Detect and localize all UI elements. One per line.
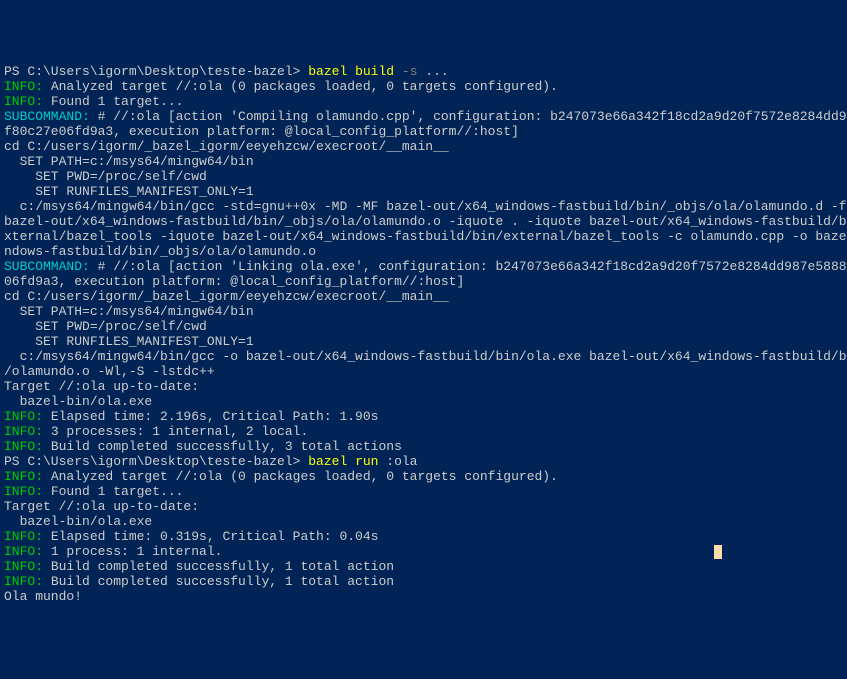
- terminal-segment: SUBCOMMAND:: [4, 259, 98, 274]
- terminal-segment: run: [355, 454, 386, 469]
- terminal-output[interactable]: PS C:\Users\igorm\Desktop\teste-bazel> b…: [4, 64, 843, 604]
- terminal-line: PS C:\Users\igorm\Desktop\teste-bazel> b…: [4, 454, 843, 469]
- terminal-line: Ola mundo!: [4, 589, 843, 604]
- terminal-segment: -s: [402, 64, 425, 79]
- terminal-segment: INFO:: [4, 574, 51, 589]
- terminal-line: cd C:/users/igorm/_bazel_igorm/eeyehzcw/…: [4, 139, 843, 154]
- terminal-segment: Analyzed target //:ola (0 packages loade…: [51, 79, 558, 94]
- terminal-line: INFO: Build completed successfully, 1 to…: [4, 574, 843, 589]
- terminal-segment: c:/msys64/mingw64/bin/gcc -std=gnu++0x -…: [4, 199, 847, 214]
- terminal-line: c:/msys64/mingw64/bin/gcc -o bazel-out/x…: [4, 349, 843, 364]
- terminal-segment: # //:ola [action 'Compiling olamundo.cpp…: [98, 109, 847, 124]
- terminal-segment: SUBCOMMAND:: [4, 109, 98, 124]
- terminal-segment: PS C:\Users\igorm\Desktop\teste-bazel>: [4, 64, 308, 79]
- terminal-line: /olamundo.o -Wl,-S -lstdc++: [4, 364, 843, 379]
- terminal-segment: :ola: [386, 454, 417, 469]
- terminal-segment: INFO:: [4, 439, 51, 454]
- terminal-line: bazel-out/x64_windows-fastbuild/bin/_obj…: [4, 214, 843, 229]
- terminal-segment: Analyzed target //:ola (0 packages loade…: [51, 469, 558, 484]
- terminal-line: bazel-bin/ola.exe: [4, 514, 843, 529]
- terminal-line: SUBCOMMAND: # //:ola [action 'Compiling …: [4, 109, 843, 124]
- terminal-segment: bazel: [308, 454, 355, 469]
- terminal-segment: bazel-bin/ola.exe: [4, 394, 152, 409]
- terminal-segment: SET PATH=c:/msys64/mingw64/bin: [4, 304, 254, 319]
- terminal-segment: ...: [425, 64, 448, 79]
- terminal-segment: INFO:: [4, 529, 51, 544]
- terminal-segment: cd C:/users/igorm/_bazel_igorm/eeyehzcw/…: [4, 139, 449, 154]
- terminal-segment: /olamundo.o -Wl,-S -lstdc++: [4, 364, 215, 379]
- terminal-segment: INFO:: [4, 409, 51, 424]
- terminal-line: INFO: Build completed successfully, 1 to…: [4, 559, 843, 574]
- terminal-line: ndows-fastbuild/bin/_objs/ola/olamundo.o: [4, 244, 843, 259]
- terminal-line: INFO: Found 1 target...: [4, 484, 843, 499]
- terminal-line: 06fd9a3, execution platform: @local_conf…: [4, 274, 843, 289]
- terminal-segment: SET PATH=c:/msys64/mingw64/bin: [4, 154, 254, 169]
- terminal-line: INFO: Analyzed target //:ola (0 packages…: [4, 469, 843, 484]
- terminal-segment: INFO:: [4, 544, 51, 559]
- terminal-segment: Target //:ola up-to-date:: [4, 379, 199, 394]
- terminal-line: INFO: Elapsed time: 2.196s, Critical Pat…: [4, 409, 843, 424]
- terminal-line: PS C:\Users\igorm\Desktop\teste-bazel> b…: [4, 64, 843, 79]
- terminal-segment: SET RUNFILES_MANIFEST_ONLY=1: [4, 184, 254, 199]
- terminal-segment: Build completed successfully, 3 total ac…: [51, 439, 402, 454]
- terminal-line: SET RUNFILES_MANIFEST_ONLY=1: [4, 334, 843, 349]
- terminal-segment: cd C:/users/igorm/_bazel_igorm/eeyehzcw/…: [4, 289, 449, 304]
- terminal-segment: SET PWD=/proc/self/cwd: [4, 319, 207, 334]
- terminal-segment: Ola mundo!: [4, 589, 82, 604]
- terminal-segment: INFO:: [4, 469, 51, 484]
- terminal-segment: bazel-out/x64_windows-fastbuild/bin/_obj…: [4, 214, 847, 229]
- terminal-segment: Elapsed time: 2.196s, Critical Path: 1.9…: [51, 409, 379, 424]
- terminal-line: SET PATH=c:/msys64/mingw64/bin: [4, 304, 843, 319]
- terminal-segment: c:/msys64/mingw64/bin/gcc -o bazel-out/x…: [4, 349, 847, 364]
- terminal-segment: 3 processes: 1 internal, 2 local.: [51, 424, 308, 439]
- terminal-segment: PS C:\Users\igorm\Desktop\teste-bazel>: [4, 454, 308, 469]
- terminal-segment: INFO:: [4, 484, 51, 499]
- terminal-line: SET RUNFILES_MANIFEST_ONLY=1: [4, 184, 843, 199]
- terminal-segment: bazel: [308, 64, 355, 79]
- terminal-line: c:/msys64/mingw64/bin/gcc -std=gnu++0x -…: [4, 199, 843, 214]
- terminal-segment: # //:ola [action 'Linking ola.exe', conf…: [98, 259, 847, 274]
- terminal-line: INFO: 3 processes: 1 internal, 2 local.: [4, 424, 843, 439]
- terminal-line: xternal/bazel_tools -iquote bazel-out/x6…: [4, 229, 843, 244]
- terminal-line: INFO: Elapsed time: 0.319s, Critical Pat…: [4, 529, 843, 544]
- terminal-segment: xternal/bazel_tools -iquote bazel-out/x6…: [4, 229, 847, 244]
- terminal-segment: 06fd9a3, execution platform: @local_conf…: [4, 274, 464, 289]
- terminal-segment: Elapsed time: 0.319s, Critical Path: 0.0…: [51, 529, 379, 544]
- terminal-segment: Build completed successfully, 1 total ac…: [51, 559, 394, 574]
- terminal-segment: ndows-fastbuild/bin/_objs/ola/olamundo.o: [4, 244, 316, 259]
- terminal-line: f80c27e06fd9a3, execution platform: @loc…: [4, 124, 843, 139]
- terminal-line: Target //:ola up-to-date:: [4, 379, 843, 394]
- terminal-segment: SET PWD=/proc/self/cwd: [4, 169, 207, 184]
- terminal-line: SET PWD=/proc/self/cwd: [4, 319, 843, 334]
- terminal-segment: build: [355, 64, 402, 79]
- terminal-line: SUBCOMMAND: # //:ola [action 'Linking ol…: [4, 259, 843, 274]
- terminal-segment: 1 process: 1 internal.: [51, 544, 223, 559]
- terminal-line: INFO: 1 process: 1 internal.: [4, 544, 843, 559]
- terminal-segment: Found 1 target...: [51, 484, 184, 499]
- terminal-segment: bazel-bin/ola.exe: [4, 514, 152, 529]
- terminal-line: cd C:/users/igorm/_bazel_igorm/eeyehzcw/…: [4, 289, 843, 304]
- terminal-segment: INFO:: [4, 424, 51, 439]
- terminal-segment: INFO:: [4, 559, 51, 574]
- terminal-segment: Found 1 target...: [51, 94, 184, 109]
- terminal-line: bazel-bin/ola.exe: [4, 394, 843, 409]
- terminal-line: SET PWD=/proc/self/cwd: [4, 169, 843, 184]
- terminal-line: Target //:ola up-to-date:: [4, 499, 843, 514]
- terminal-segment: INFO:: [4, 94, 51, 109]
- terminal-line: INFO: Analyzed target //:ola (0 packages…: [4, 79, 843, 94]
- terminal-line: SET PATH=c:/msys64/mingw64/bin: [4, 154, 843, 169]
- terminal-segment: SET RUNFILES_MANIFEST_ONLY=1: [4, 334, 254, 349]
- terminal-segment: Build completed successfully, 1 total ac…: [51, 574, 394, 589]
- terminal-segment: Target //:ola up-to-date:: [4, 499, 199, 514]
- cursor: [714, 545, 722, 559]
- terminal-segment: INFO:: [4, 79, 51, 94]
- terminal-line: INFO: Build completed successfully, 3 to…: [4, 439, 843, 454]
- terminal-segment: f80c27e06fd9a3, execution platform: @loc…: [4, 124, 519, 139]
- terminal-line: INFO: Found 1 target...: [4, 94, 843, 109]
